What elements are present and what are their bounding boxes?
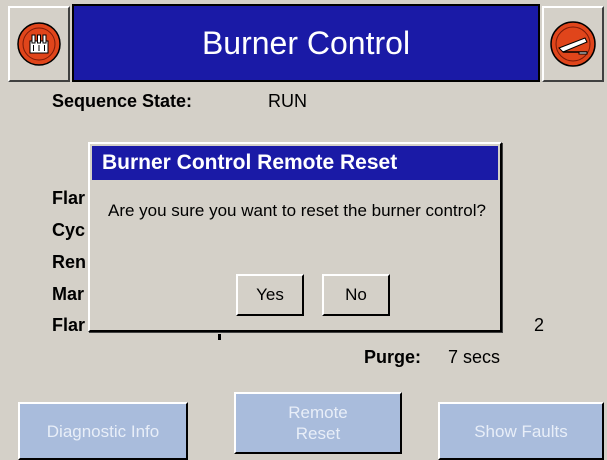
header: Burner Control bbox=[0, 0, 607, 88]
diagnostic-info-label: Diagnostic Info bbox=[46, 421, 160, 441]
diagnostic-info-button[interactable]: Diagnostic Info bbox=[18, 402, 188, 460]
remote-reset-button[interactable]: Remote Reset bbox=[234, 392, 402, 454]
remote-reset-dialog: Burner Control Remote Reset Are you sure… bbox=[88, 142, 502, 332]
show-faults-button[interactable]: Show Faults bbox=[438, 402, 604, 460]
row-label-cycle: Cyc bbox=[52, 220, 86, 240]
dialog-title: Burner Control Remote Reset bbox=[92, 146, 498, 180]
row-label-manual: Mar bbox=[52, 284, 85, 304]
purge-label: Purge: bbox=[364, 347, 422, 367]
sequence-state-value: RUN bbox=[268, 91, 307, 111]
show-faults-label: Show Faults bbox=[474, 421, 568, 441]
trailing-value: 2 bbox=[534, 315, 545, 335]
purge-value: 7 secs bbox=[448, 347, 501, 367]
burner-icon bbox=[16, 21, 62, 67]
sequence-state-label: Sequence State: bbox=[52, 91, 193, 111]
burner-control-screen: Burner Control Sequence State: RUN Flar … bbox=[0, 0, 607, 460]
row-label-flame: Flar bbox=[52, 188, 86, 208]
exit-button[interactable] bbox=[542, 6, 604, 82]
remote-reset-label-line2: Reset bbox=[295, 424, 341, 443]
remote-reset-label-line1: Remote bbox=[288, 403, 348, 422]
row-label-remaining: Ren bbox=[52, 252, 87, 272]
title-bar: Burner Control bbox=[72, 4, 540, 82]
burner-button[interactable] bbox=[8, 6, 70, 82]
no-button[interactable]: No bbox=[322, 274, 390, 316]
row-label-flame-signal: Flar bbox=[52, 315, 86, 335]
flame-exit-icon bbox=[549, 20, 597, 68]
page-title: Burner Control bbox=[201, 24, 411, 61]
dialog-message: Are you sure you want to reset the burne… bbox=[108, 201, 486, 220]
tick-mark bbox=[218, 334, 221, 340]
yes-button[interactable]: Yes bbox=[236, 274, 304, 316]
